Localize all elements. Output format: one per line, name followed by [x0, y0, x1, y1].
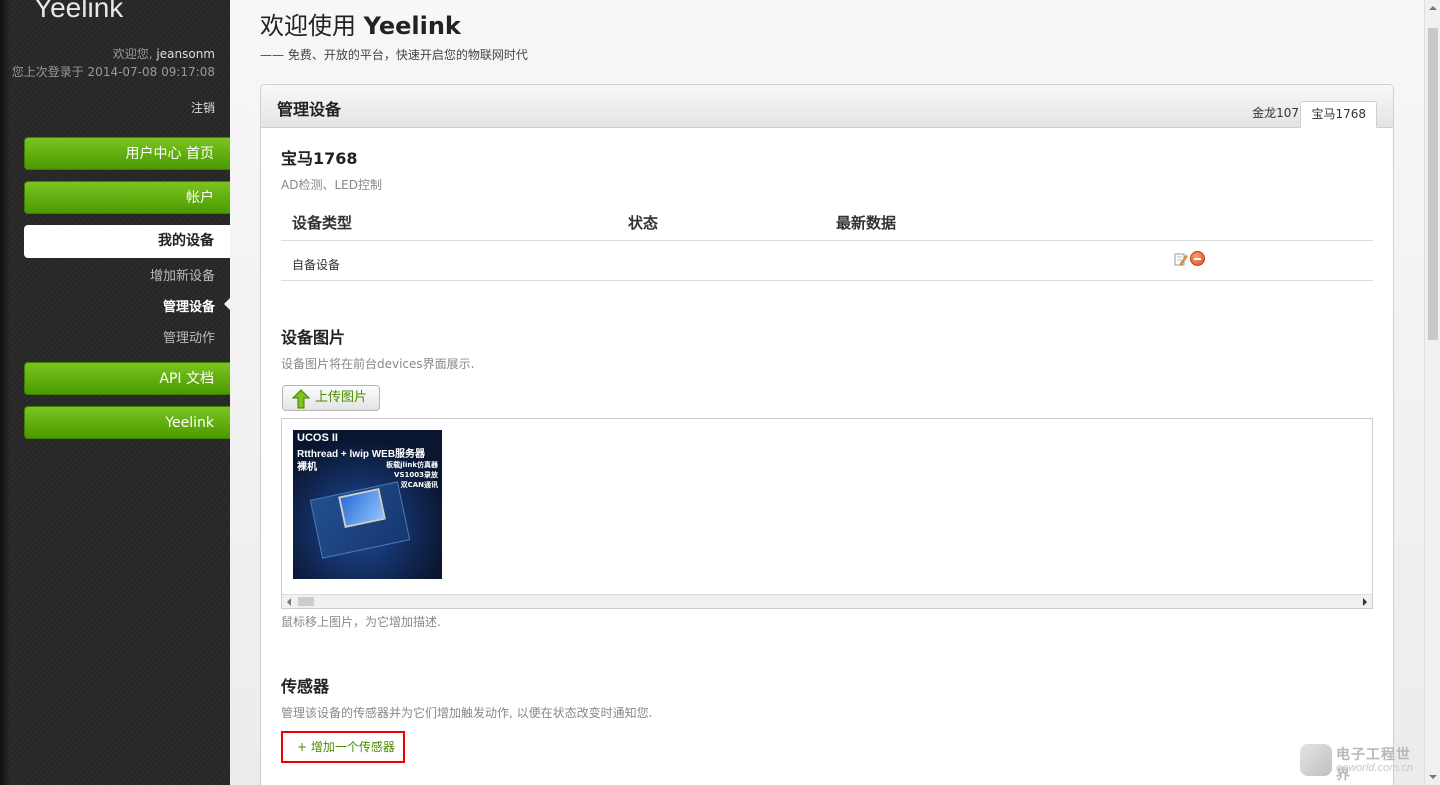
username[interactable]: jeansonm [156, 47, 215, 61]
page-title-brand: Yeelink [363, 12, 461, 40]
last-login: 您上次登录于 2014-07-08 09:17:08 [11, 65, 215, 79]
sidebar-item-manage-device[interactable]: 管理设备 [163, 296, 215, 315]
column-header-status: 状态 [628, 214, 659, 232]
edit-icon[interactable] [1174, 252, 1188, 266]
welcome-line: 欢迎您, jeansonm [12, 45, 215, 63]
page-subtitle: —— 免费、开放的平台，快速开启您的物联网时代 [260, 48, 528, 62]
upload-image-button[interactable]: 上传图片 [282, 385, 380, 411]
column-header-type: 设备类型 [292, 214, 353, 232]
scroll-up-icon[interactable] [1429, 6, 1437, 10]
welcome-prefix: 欢迎您, [112, 47, 157, 61]
thumbnail-text-3: 裸机 [297, 462, 317, 473]
delete-icon[interactable] [1190, 251, 1205, 266]
upload-image-label: 上传图片 [315, 390, 368, 405]
table-row: 自备设备 [281, 241, 1373, 281]
gallery-horizontal-scrollbar[interactable] [282, 594, 1372, 608]
cell-device-type: 自备设备 [292, 258, 341, 272]
welcome-block: 欢迎您, jeansonm 您上次登录于 2014-07-08 09:17:08 [12, 45, 215, 81]
watermark-en: eeworld.com.cn [1336, 762, 1414, 774]
page-scrollbar-thumb[interactable] [1428, 28, 1438, 340]
scroll-right-icon[interactable] [1363, 598, 1367, 606]
table-header-row: 设备类型 状态 最新数据 [281, 201, 1373, 241]
nav-home-button[interactable]: 用户中心 首页 [24, 137, 230, 170]
page-vertical-scrollbar[interactable] [1424, 0, 1440, 785]
image-hint: 鼠标移上图片，为它增加描述. [281, 615, 441, 629]
sidebar-item-manage-action[interactable]: 管理动作 [163, 327, 215, 346]
device-description: AD检测、LED控制 [281, 178, 382, 192]
sensors-desc: 管理该设备的传感器并为它们增加触发动作, 以便在状态改变时通知您. [281, 706, 653, 720]
nav-api-docs-button[interactable]: API 文档 [24, 362, 230, 395]
tab-device-baoma1768[interactable]: 宝马1768 [1300, 101, 1377, 128]
upload-arrow-icon [292, 389, 310, 409]
thumbnail-text-4: 板载jlink仿真器 [386, 461, 438, 469]
page-title: 欢迎使用 Yeelink [260, 6, 461, 41]
sidebar: Yeelink 欢迎您, jeansonm 您上次登录于 2014-07-08 … [0, 0, 230, 785]
sensors-title: 传感器 [281, 677, 330, 696]
device-images-desc: 设备图片将在前台devices界面展示. [281, 357, 475, 371]
device-table: 设备类型 状态 最新数据 自备设备 [281, 201, 1373, 281]
device-name: 宝马1768 [281, 149, 358, 168]
sidebar-shade [0, 0, 10, 785]
thumbnail-text-6: 双CAN通讯 [400, 481, 438, 489]
panel-header: 管理设备 金龙107 宝马1768 [261, 85, 1393, 128]
nav-yeelink-button[interactable]: Yeelink [24, 406, 230, 439]
nav-account-button[interactable]: 帐户 [24, 181, 230, 214]
scroll-left-icon[interactable] [287, 598, 291, 606]
add-sensor-link[interactable]: + 增加一个传感器 [281, 731, 405, 763]
image-gallery: UCOS II Rtthread + lwip WEB服务器 裸机 板载jlin… [281, 418, 1373, 609]
watermark-logo [1300, 744, 1332, 776]
device-images-title: 设备图片 [281, 328, 346, 347]
column-header-latest: 最新数据 [836, 214, 897, 232]
thumbnail-text-1: UCOS II [297, 432, 338, 444]
page-title-prefix: 欢迎使用 [260, 12, 364, 40]
panel-title: 管理设备 [277, 100, 342, 119]
watermark: 电子工程世界 eeworld.com.cn [1300, 744, 1424, 783]
logo[interactable]: Yeelink [34, 0, 123, 24]
thumbnail-text-list: 板载jlink仿真器 VS1003录放 双CAN通讯 [386, 460, 438, 490]
nav-my-devices-button[interactable]: 我的设备 [24, 225, 230, 258]
device-image-thumbnail[interactable]: UCOS II Rtthread + lwip WEB服务器 裸机 板载jlin… [293, 430, 442, 579]
sidebar-item-add-device[interactable]: 增加新设备 [150, 265, 215, 284]
manage-device-panel: 管理设备 金龙107 宝马1768 宝马1768 AD检测、LED控制 设备类型… [260, 84, 1394, 785]
thumbnail-text-5: VS1003录放 [394, 471, 438, 479]
scrollbar-thumb[interactable] [298, 597, 314, 606]
logout-link[interactable]: 注销 [191, 99, 215, 116]
scroll-down-icon[interactable] [1429, 775, 1437, 779]
tab-device-jinlong107[interactable]: 金龙107 [1242, 101, 1309, 128]
main-content: 欢迎使用 Yeelink —— 免费、开放的平台，快速开启您的物联网时代 管理设… [230, 0, 1424, 785]
